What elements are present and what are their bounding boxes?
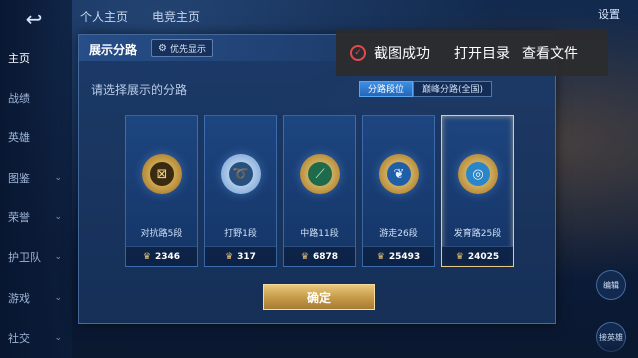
nav-item-label: 社交 <box>8 332 30 345</box>
nav-item-label: 游戏 <box>8 292 30 305</box>
crown-icon: ♛ <box>376 251 385 262</box>
crown-icon: ♛ <box>142 251 151 262</box>
nav-item-label: 主页 <box>8 52 30 65</box>
nav-item-label: 战绩 <box>8 92 30 105</box>
lane-card-roam[interactable]: ❦ 游走26段 ♛ 25493 <box>362 115 435 267</box>
chevron-down-icon: ⌄ <box>54 252 62 262</box>
nav-item-heroes[interactable]: 英雄 <box>8 127 68 147</box>
lane-label: 游走26段 <box>379 229 418 239</box>
swirl-badge-icon: ➰ <box>221 154 261 194</box>
crown-icon: ♛ <box>225 251 234 262</box>
nav-item-label: 英雄 <box>8 131 30 144</box>
edit-button[interactable]: 编辑 <box>596 270 626 300</box>
tab-peak-lane-national[interactable]: 巅峰分路(全国) <box>413 81 493 97</box>
lane-cards: ⊠ 对抗路5段 ♛ 2346 ➰ 打野1段 ♛ 317 ⟋ 中路11段 ♛ 68… <box>125 115 514 267</box>
segment-tabs: 分路段位 巅峰分路(全国) <box>359 81 493 97</box>
settings-button[interactable]: 设置 <box>598 6 620 22</box>
wings-badge-icon: ❦ <box>379 154 419 194</box>
lane-label: 发育路25段 <box>453 229 502 239</box>
lane-score-value: 317 <box>237 251 256 262</box>
nav-item-honor[interactable]: 荣誉 ⌄ <box>8 207 68 227</box>
lane-score-value: 6878 <box>313 251 339 262</box>
diagonal-badge-icon: ⟋ <box>300 154 340 194</box>
gear-icon: ⚙ <box>158 42 167 54</box>
toast-message: 截图成功 <box>374 46 430 62</box>
nav-item-label: 护卫队 <box>8 251 41 264</box>
priority-display-button[interactable]: ⚙ 优先显示 <box>151 39 213 57</box>
tab-personal-home[interactable]: 个人主页 <box>80 8 128 28</box>
top-right-bar: 设置 <box>488 0 638 26</box>
confirm-button[interactable]: 确定 <box>263 284 375 310</box>
priority-display-label: 优先显示 <box>169 44 206 55</box>
open-directory-link[interactable]: 打开目录 <box>454 43 510 63</box>
chevron-down-icon: ⌄ <box>54 293 62 303</box>
chevron-down-icon: ⌄ <box>54 173 62 183</box>
dialog-title: 展示分路 <box>89 43 138 57</box>
top-tabs: 个人主页 电竞主页 <box>80 8 200 28</box>
edit-label: 编辑 <box>603 280 619 290</box>
badge-glyph: ⊠ <box>150 162 174 186</box>
screenshot-toast: ✓ 截图成功 打开目录 查看文件 <box>336 30 608 76</box>
lane-score: ♛ 6878 <box>284 246 355 266</box>
bottom-strip <box>72 336 638 358</box>
nav-item-home[interactable]: 主页 <box>8 48 68 68</box>
lane-card-jungle[interactable]: ➰ 打野1段 ♛ 317 <box>204 115 277 267</box>
badge-glyph: ◎ <box>466 162 490 186</box>
check-icon: ✓ <box>350 45 366 61</box>
badge-glyph: ⟋ <box>308 162 332 186</box>
shield-badge-icon: ⊠ <box>142 154 182 194</box>
tab-esports-home[interactable]: 电竞主页 <box>152 8 200 28</box>
lane-label: 对抗路5段 <box>140 229 183 239</box>
nav-item-record[interactable]: 战绩 <box>8 88 68 108</box>
lane-card-mid[interactable]: ⟋ 中路11段 ♛ 6878 <box>283 115 356 267</box>
lane-card-farm[interactable]: ◎ 发育路25段 ♛ 24025 <box>441 115 514 267</box>
view-file-link[interactable]: 查看文件 <box>522 43 578 63</box>
lane-score: ♛ 24025 <box>442 246 513 266</box>
badge-glyph: ❦ <box>387 162 411 186</box>
nav-item-label: 荣誉 <box>8 211 30 224</box>
crown-icon: ♛ <box>455 251 464 262</box>
nav-item-guard[interactable]: 护卫队 ⌄ <box>8 247 68 267</box>
dialog-prompt: 请选择展示的分路 <box>91 83 188 97</box>
lane-label: 打野1段 <box>224 229 257 239</box>
crown-icon: ♛ <box>300 251 309 262</box>
nav-item-social[interactable]: 社交 ⌄ <box>8 328 68 348</box>
tab-lane-rank[interactable]: 分路段位 <box>359 81 414 97</box>
nav-item-label: 图鉴 <box>8 172 30 185</box>
lane-label: 中路11段 <box>300 229 339 239</box>
lane-card-top[interactable]: ⊠ 对抗路5段 ♛ 2346 <box>125 115 198 267</box>
lane-score-value: 24025 <box>467 251 500 262</box>
target-badge-icon: ◎ <box>458 154 498 194</box>
left-navigation: ↩ 主页 战绩 英雄 图鉴 ⌄ 荣誉 ⌄ 护卫队 ⌄ 游戏 ⌄ 社交 ⌄ <box>0 0 72 358</box>
lane-score: ♛ 317 <box>205 246 276 266</box>
lane-score: ♛ 2346 <box>126 246 197 266</box>
chevron-down-icon: ⌄ <box>54 333 62 343</box>
back-icon[interactable]: ↩ <box>14 8 54 30</box>
nav-item-game[interactable]: 游戏 ⌄ <box>8 288 68 308</box>
nav-item-codex[interactable]: 图鉴 ⌄ <box>8 168 68 188</box>
chevron-down-icon: ⌄ <box>54 212 62 222</box>
badge-glyph: ➰ <box>229 162 253 186</box>
lane-score-value: 25493 <box>388 251 421 262</box>
show-lane-dialog: 展示分路 ⚙ 优先显示 请选择展示的分路 分路段位 巅峰分路(全国) ⊠ 对抗路… <box>78 34 556 324</box>
lane-score: ♛ 25493 <box>363 246 434 266</box>
lane-score-value: 2346 <box>155 251 181 262</box>
